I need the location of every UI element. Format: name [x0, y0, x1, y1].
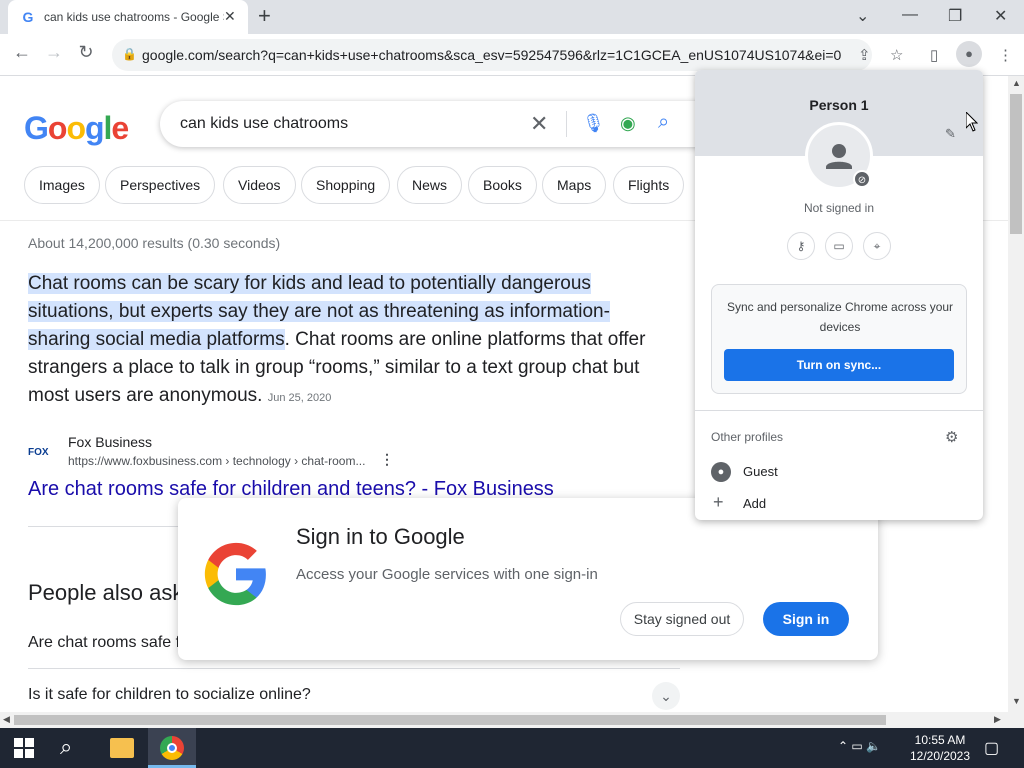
chip-books[interactable]: Books — [468, 166, 537, 204]
vertical-scrollbar[interactable]: ▲ ▼ — [1008, 76, 1024, 712]
tab-title: can kids use chatrooms - Google Search — [44, 10, 224, 24]
taskbar-search-icon[interactable]: ⌕ — [60, 734, 72, 760]
address-bar[interactable]: 🔒 google.com/search?q=can+kids+use+chatr… — [112, 39, 872, 71]
paa-question[interactable]: Is it safe for children to socialize onl… — [28, 686, 311, 704]
menu-kebab-icon[interactable]: ⋮ — [998, 46, 1013, 64]
notifications-icon[interactable]: ▢ — [984, 738, 999, 758]
time: 10:55 AM — [914, 733, 966, 747]
chrome-taskbar-button[interactable] — [148, 728, 196, 768]
scroll-left-icon[interactable]: ◀ — [3, 714, 10, 725]
chip-maps[interactable]: Maps — [542, 166, 607, 204]
chrome-icon — [160, 736, 184, 760]
search-divider — [566, 111, 567, 137]
result-stats: About 14,200,000 results (0.30 seconds) — [28, 235, 281, 251]
lens-camera-icon[interactable]: ◉ — [620, 113, 636, 134]
sign-in-subtitle: Access your Google services with one sig… — [296, 566, 598, 583]
more-options-icon[interactable]: ⋮ — [380, 451, 394, 468]
clear-search-icon[interactable]: ✕ — [530, 111, 548, 137]
sign-in-title: Sign in to Google — [296, 524, 465, 549]
chip-videos[interactable]: Videos — [223, 166, 296, 204]
chevron-down-icon[interactable]: ⌄ — [652, 682, 680, 710]
profile-icon[interactable]: ● — [956, 41, 982, 67]
stay-signed-out-button[interactable]: Stay signed out — [620, 602, 744, 636]
profile-name: Person 1 — [809, 97, 869, 113]
divider — [695, 410, 983, 411]
forward-icon[interactable]: → — [42, 42, 66, 63]
sync-promo: Sync and personalize Chrome across your … — [711, 284, 967, 394]
scrollbar-thumb[interactable] — [1010, 94, 1022, 234]
profile-menu: Person 1 ✎ ⊘ Not signed in ⚷ ▭ ⌖ Sync an… — [695, 70, 983, 520]
turn-on-sync-button[interactable]: Turn on sync... — [724, 349, 954, 381]
edit-pencil-icon[interactable]: ✎ — [945, 126, 956, 142]
back-icon[interactable]: ← — [10, 42, 34, 63]
side-panel-icon[interactable]: ▯ — [930, 46, 938, 64]
other-profiles-label: Other profiles — [711, 430, 784, 444]
file-explorer-icon[interactable] — [110, 738, 134, 758]
close-tab-icon[interactable]: ✕ — [224, 8, 236, 25]
windows-start-icon[interactable] — [14, 738, 34, 758]
google-logo[interactable]: Google — [24, 110, 129, 147]
scroll-right-icon[interactable]: ▶ — [994, 714, 1001, 725]
sync-text: Sync and personalize Chrome across your … — [726, 300, 954, 334]
chip-shopping[interactable]: Shopping — [301, 166, 391, 204]
payment-card-icon[interactable]: ▭ — [825, 232, 853, 260]
chip-perspectives[interactable]: Perspectives — [105, 166, 216, 204]
date: 12/20/2023 — [909, 749, 971, 763]
sign-in-button[interactable]: Sign in — [763, 602, 849, 636]
snippet-date: Jun 25, 2020 — [267, 392, 332, 404]
source-url[interactable]: https://www.foxbusiness.com › technology… — [68, 454, 365, 468]
add-profile-item[interactable]: Add — [743, 496, 766, 511]
featured-snippet: Chat rooms can be scary for kids and lea… — [28, 270, 668, 412]
clock[interactable]: 10:55 AM 12/20/2023 — [900, 732, 980, 764]
gear-icon[interactable]: ⚙ — [945, 428, 958, 446]
new-tab-button[interactable]: + — [258, 5, 271, 27]
windows-taskbar: ⌕ ⌃ ▭ 🔈 10:55 AM 12/20/2023 ▢ — [0, 728, 1024, 768]
url-text[interactable]: google.com/search?q=can+kids+use+chatroo… — [142, 47, 842, 63]
chip-flights[interactable]: Flights — [613, 166, 685, 204]
scroll-up-icon[interactable]: ▲ — [1012, 78, 1021, 88]
sign-in-status: Not signed in — [803, 201, 875, 215]
search-icon[interactable]: ⌕ — [658, 111, 669, 134]
sign-in-popup: Sign in to Google Access your Google ser… — [178, 498, 878, 660]
mouse-cursor-icon — [966, 112, 978, 132]
share-icon[interactable]: ⇪ — [858, 46, 871, 64]
addresses-location-icon[interactable]: ⌖ — [863, 232, 891, 260]
bookmark-star-icon[interactable]: ☆ — [890, 46, 903, 64]
restore-button[interactable]: ❐ — [948, 6, 962, 26]
source-name[interactable]: Fox Business — [68, 434, 152, 450]
search-input[interactable]: can kids use chatrooms — [180, 115, 348, 133]
tab-search-icon[interactable]: ⌄ — [856, 6, 869, 26]
sync-off-badge-icon: ⊘ — [853, 170, 871, 188]
browser-tab[interactable]: G can kids use chatrooms - Google Search… — [8, 0, 248, 34]
guest-profile-item[interactable]: Guest — [743, 464, 778, 479]
horizontal-scrollbar[interactable]: ◀ ▶ — [0, 712, 1024, 728]
search-box[interactable]: can kids use chatrooms ✕ 🎙 ◉ ⌕ — [160, 101, 720, 147]
system-tray-icons[interactable]: ⌃ ▭ 🔈 — [838, 739, 881, 753]
minimize-button[interactable]: — — [902, 6, 918, 24]
lock-icon[interactable]: 🔒 — [122, 47, 137, 61]
google-g-logo-icon — [204, 542, 266, 606]
chip-news[interactable]: News — [397, 166, 463, 204]
scroll-down-icon[interactable]: ▼ — [1012, 696, 1021, 706]
close-window-button[interactable]: ✕ — [994, 6, 1007, 26]
google-favicon-icon: G — [22, 9, 34, 25]
add-icon[interactable]: + — [713, 492, 724, 513]
reload-icon[interactable]: ↻ — [74, 42, 98, 63]
tab-strip: G can kids use chatrooms - Google Search… — [0, 0, 1024, 34]
scrollbar-thumb[interactable] — [14, 715, 886, 725]
divider — [28, 668, 680, 669]
chip-images[interactable]: Images — [24, 166, 100, 204]
people-also-ask-heading: People also ask — [28, 580, 184, 605]
passwords-key-icon[interactable]: ⚷ — [787, 232, 815, 260]
microphone-icon[interactable]: 🎙 — [582, 113, 605, 134]
guest-avatar-icon[interactable]: ● — [711, 462, 731, 482]
fox-business-favicon-icon: FOX — [28, 447, 49, 458]
